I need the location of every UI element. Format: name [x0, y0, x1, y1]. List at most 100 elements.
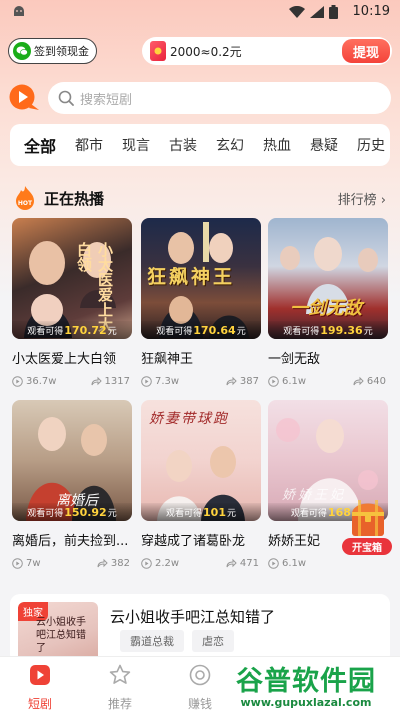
- view-count: 36.7w: [26, 376, 57, 387]
- play-icon: [12, 558, 23, 569]
- nav-label: 推荐: [107, 697, 132, 711]
- battery-icon: [329, 5, 338, 19]
- bottom-navigation: 短剧 推荐 赚钱 谷普软件园 www.gupuxlazal.com: [0, 656, 400, 712]
- share-count: 382: [110, 558, 130, 569]
- short-drama-icon: [30, 665, 50, 685]
- share-icon: [91, 376, 102, 386]
- coin-icon: [189, 664, 211, 686]
- share-icon: [226, 558, 237, 568]
- play-icon: [12, 376, 23, 387]
- play-icon: [268, 376, 279, 387]
- nav-short-drama[interactable]: 短剧: [10, 663, 70, 712]
- tag[interactable]: 霸道总裁: [120, 630, 184, 652]
- hot-fire-icon: HOT: [16, 186, 34, 210]
- tab-all[interactable]: 全部: [24, 133, 56, 157]
- poster-title: 一剑无敌: [290, 298, 362, 319]
- drama-stats: 7w 382: [12, 558, 132, 572]
- featured-thumbnail[interactable]: 独家 云小姐收手吧江总知错了: [18, 602, 98, 664]
- share-icon: [226, 376, 237, 386]
- drama-card[interactable]: 离婚后 观看可得 150.92 元 离婚后，前夫捡到... 7w 382: [12, 400, 132, 572]
- play-icon: [141, 376, 152, 387]
- tab-costume[interactable]: 古装: [169, 135, 197, 155]
- withdraw-button[interactable]: 提现: [342, 39, 390, 63]
- play-icon: [141, 558, 152, 569]
- drama-stats: 6.1w: [268, 558, 388, 572]
- drama-title: 狂飙神王: [141, 352, 194, 367]
- drama-poster[interactable]: 离婚后 观看可得 150.92 元: [12, 400, 132, 521]
- poster-title: 狂飙神王: [147, 266, 236, 288]
- android-icon: [14, 6, 24, 16]
- search-bar[interactable]: 搜索短剧: [48, 82, 391, 114]
- tab-modern-romance[interactable]: 现言: [122, 135, 150, 155]
- share-icon: [353, 376, 364, 386]
- featured-tags: 霸道总裁 虐恋: [120, 630, 234, 652]
- earn-label: 观看可得 101 元: [141, 503, 261, 521]
- earn-label: 观看可得 170.64 元: [141, 321, 261, 339]
- drama-card[interactable]: 狂飙神王 观看可得 170.64 元 狂飙神王 7.3w 387: [141, 218, 261, 390]
- treasure-chest-icon: [352, 500, 384, 536]
- checkin-button[interactable]: 签到领现金: [8, 38, 97, 64]
- drama-title: 离婚后，前夫捡到...: [12, 534, 129, 549]
- tab-history[interactable]: 历史: [357, 135, 385, 155]
- treasure-chest-button[interactable]: 开宝箱: [342, 494, 394, 560]
- hot-section-header: HOT 正在热播 排行榜 ›: [14, 186, 386, 210]
- app-logo: [9, 84, 39, 110]
- drama-stats: 2.2w 471: [141, 558, 261, 572]
- drama-card[interactable]: 小太医爱上大白领 观看可得 170.72 元 小太医爱上大白领 36.7w 1317: [12, 218, 132, 390]
- ranking-label: 排行榜: [337, 193, 377, 208]
- watermark-url: www.gupuxlazal.com: [240, 696, 372, 709]
- tab-urban[interactable]: 都市: [75, 135, 103, 155]
- view-count: 6.1w: [282, 376, 307, 387]
- reward-amount: 2000≈0.2元: [170, 44, 242, 59]
- view-count: 7w: [26, 558, 41, 569]
- thumbnail-title: 云小姐收手吧江总知错了: [36, 617, 86, 654]
- featured-title: 云小姐收手吧江总知错了: [110, 608, 276, 626]
- svg-text:HOT: HOT: [18, 200, 33, 207]
- status-bar: 10:19: [0, 0, 400, 24]
- share-count: 387: [239, 376, 259, 387]
- featured-drama[interactable]: 独家 云小姐收手吧江总知错了 云小姐收手吧江总知错了 霸道总裁 虐恋: [10, 594, 390, 664]
- reward-balance[interactable]: 2000≈0.2元 提现: [142, 37, 392, 65]
- earn-label: 观看可得 170.72 元: [12, 321, 132, 339]
- earn-label: 观看可得 150.92 元: [12, 503, 132, 521]
- star-icon: [109, 664, 131, 684]
- view-count: 6.1w: [282, 558, 307, 569]
- share-count: 471: [239, 558, 259, 569]
- search-placeholder: 搜索短剧: [80, 92, 133, 108]
- tab-mystery[interactable]: 悬疑: [310, 135, 338, 155]
- poster-title: 娇娇王妃: [282, 488, 347, 503]
- search-icon: [58, 90, 74, 106]
- share-count: 1317: [104, 376, 130, 387]
- drama-title: 穿越成了诸葛卧龙: [141, 534, 246, 549]
- category-tabs: 全部 都市 现言 古装 玄幻 热血 悬疑 历史: [10, 124, 390, 166]
- earn-label: 观看可得 199.36 元: [268, 321, 388, 339]
- drama-poster[interactable]: 一剑无敌 观看可得 199.36 元: [268, 218, 388, 339]
- wechat-icon: [13, 42, 31, 60]
- chevron-right-icon: ›: [380, 193, 386, 208]
- watermark-title: 谷普软件园: [236, 666, 376, 697]
- drama-stats: 36.7w 1317: [12, 376, 132, 390]
- share-icon: [97, 558, 108, 568]
- view-count: 2.2w: [155, 558, 180, 569]
- wifi-icon: [289, 6, 305, 18]
- checkin-label: 签到领现金: [34, 45, 89, 58]
- share-count: 640: [366, 376, 386, 387]
- drama-poster[interactable]: 狂飙神王 观看可得 170.64 元: [141, 218, 261, 339]
- drama-title: 一剑无敌: [268, 352, 321, 367]
- red-packet-icon: [150, 41, 166, 61]
- nav-recommend[interactable]: 推荐: [90, 663, 150, 712]
- poster-title: 娇妻带球跑: [149, 411, 229, 427]
- tab-action[interactable]: 热血: [263, 135, 291, 155]
- drama-card[interactable]: 娇妻带球跑 观看可得 101 元 穿越成了诸葛卧龙 2.2w 471: [141, 400, 261, 572]
- nav-label: 短剧: [27, 697, 52, 711]
- drama-card[interactable]: 一剑无敌 观看可得 199.36 元 一剑无敌 6.1w 640: [268, 218, 388, 390]
- ranking-link[interactable]: 排行榜 ›: [338, 189, 386, 208]
- tag[interactable]: 虐恋: [192, 630, 234, 652]
- tab-fantasy[interactable]: 玄幻: [216, 135, 244, 155]
- section-title: 正在热播: [44, 190, 105, 208]
- play-icon: [268, 558, 279, 569]
- signal-icon: [310, 6, 324, 18]
- drama-stats: 7.3w 387: [141, 376, 261, 390]
- drama-poster[interactable]: 小太医爱上大白领 观看可得 170.72 元: [12, 218, 132, 339]
- drama-poster[interactable]: 娇妻带球跑 观看可得 101 元: [141, 400, 261, 521]
